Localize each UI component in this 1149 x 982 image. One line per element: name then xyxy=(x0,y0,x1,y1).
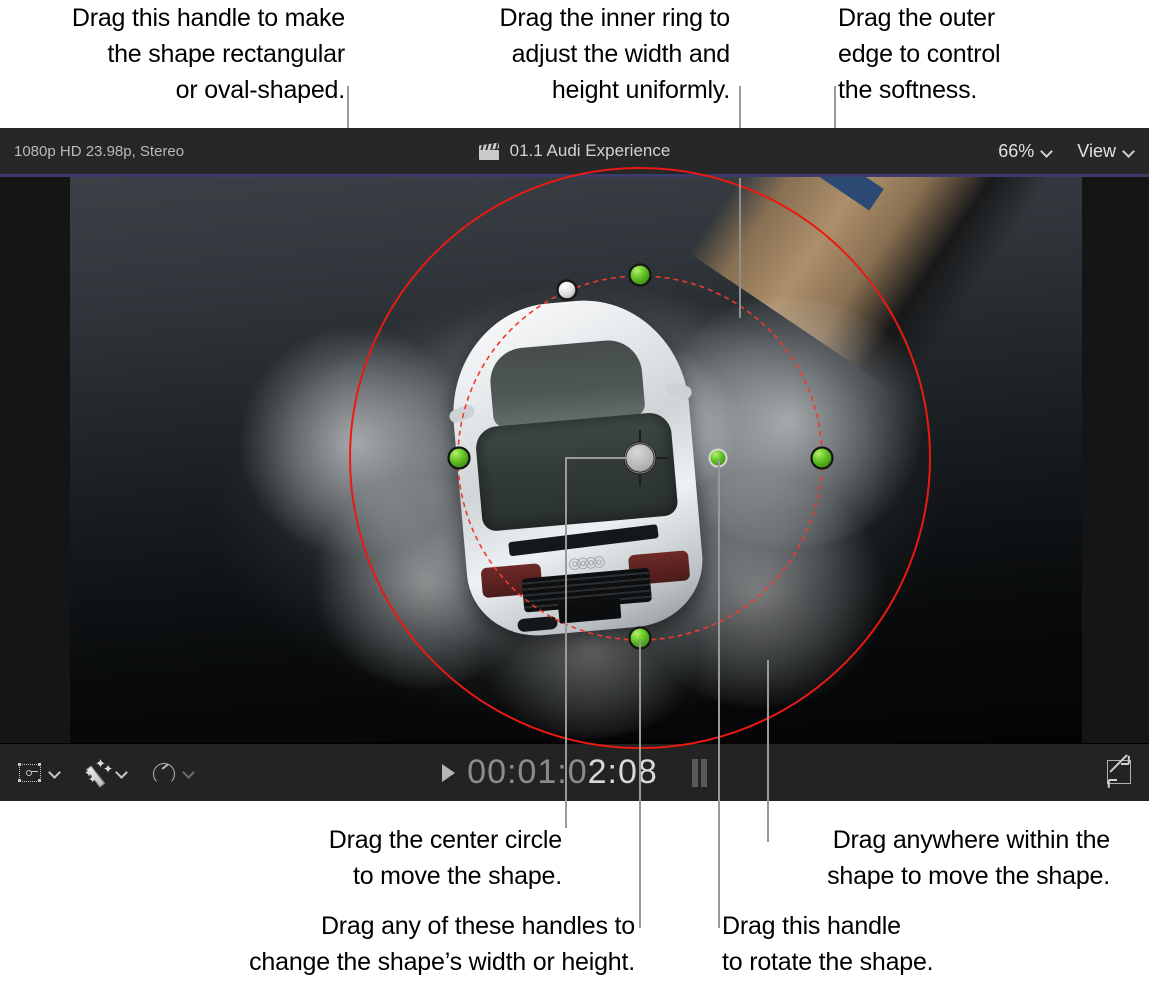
callout-rotate-handle: Drag this handle to rotate the shape. xyxy=(722,912,934,976)
expand-fullscreen-icon[interactable] xyxy=(1107,754,1131,789)
format-info-label: 1080p HD 23.98p, Stereo xyxy=(14,142,185,160)
video-area: ◎◎◎◎ xyxy=(0,177,1149,743)
format-info: 1080p HD 23.98p, Stereo xyxy=(14,128,184,174)
zoom-level-button[interactable]: 66% xyxy=(998,141,1053,162)
viewer-window: 1080p HD 23.98p, Stereo 01.1 Audi Experi… xyxy=(0,128,1149,801)
timecode-value[interactable]: 00:01:02:08 xyxy=(467,753,658,792)
zoom-level-label: 66% xyxy=(998,140,1035,161)
leader-line-move-shape xyxy=(767,660,769,842)
viewer-top-bar: 1080p HD 23.98p, Stereo 01.1 Audi Experi… xyxy=(0,128,1149,174)
leader-line-center-circle xyxy=(565,458,567,828)
timecode-bright-part: 2:08 xyxy=(587,753,658,791)
leader-line-center-circle-horizontal xyxy=(565,457,627,459)
project-title: 01.1 Audi Experience xyxy=(509,141,671,160)
callout-shape-rounding: Drag this handle to make the shape recta… xyxy=(71,4,345,104)
viewer-top-right-controls: 66% View xyxy=(998,128,1135,174)
chevron-down-icon[interactable] xyxy=(1124,146,1135,157)
clapperboard-icon xyxy=(478,141,499,160)
leader-line-rotate-handle xyxy=(718,460,720,928)
audio-meter xyxy=(691,758,707,787)
video-frame[interactable]: ◎◎◎◎ xyxy=(70,177,1082,743)
timecode-dim-part: 00:01:0 xyxy=(467,753,588,791)
callout-outer-edge: Drag the outer edge to control the softn… xyxy=(838,4,1001,104)
car-subject: ◎◎◎◎ xyxy=(444,291,708,642)
callout-size-handles: Drag any of these handles to change the … xyxy=(249,912,635,976)
leader-line-inner-ring-lower xyxy=(739,178,741,318)
callout-move-shape: Drag anywhere within the shape to move t… xyxy=(827,826,1110,890)
view-menu-label: View xyxy=(1077,140,1116,161)
view-menu-button[interactable]: View xyxy=(1077,141,1135,162)
leader-line-size-handles xyxy=(639,640,641,928)
timecode-display[interactable]: 00:01:02:08 xyxy=(0,744,1149,801)
callout-inner-ring: Drag the inner ring to adjust the width … xyxy=(499,4,731,104)
viewer-bottom-bar: ✦ ✦ ✦ ✦ 00:01:02:08 xyxy=(0,743,1149,801)
chevron-down-icon[interactable] xyxy=(1042,146,1053,157)
callout-center-circle: Drag the center circle to move the shape… xyxy=(328,826,562,890)
play-triangle-icon xyxy=(442,763,456,782)
